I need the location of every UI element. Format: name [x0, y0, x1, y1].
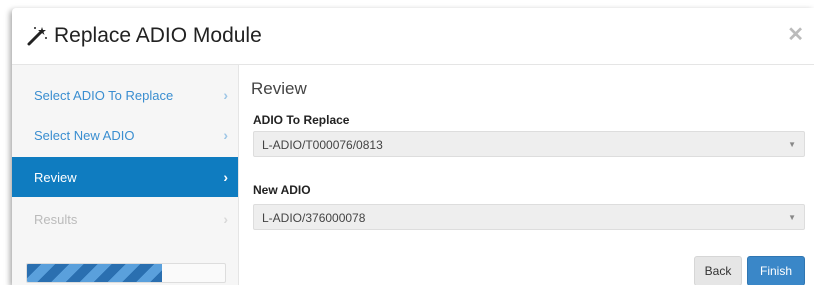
- modal-title-text: Replace ADIO Module: [54, 24, 262, 47]
- finish-button[interactable]: Finish: [747, 256, 805, 285]
- chevron-right-icon: ›: [223, 169, 228, 185]
- magic-wand-icon: [27, 27, 47, 46]
- step-select-adio-to-replace[interactable]: Select ADIO To Replace ›: [12, 75, 238, 115]
- chevron-right-icon: ›: [223, 211, 228, 227]
- wizard-steps-sidebar: Select ADIO To Replace › Select New ADIO…: [12, 65, 239, 285]
- progress-fill: [27, 264, 162, 282]
- select-value: L-ADIO/376000078: [262, 211, 366, 225]
- step-select-new-adio[interactable]: Select New ADIO ›: [12, 115, 238, 155]
- review-panel: Review ADIO To Replace L-ADIO/T000076/08…: [239, 65, 814, 285]
- chevron-right-icon: ›: [223, 127, 228, 143]
- step-label: Results: [34, 211, 78, 227]
- chevron-right-icon: ›: [223, 87, 228, 103]
- select-value: L-ADIO/T000076/0813: [262, 138, 383, 152]
- step-label: Select ADIO To Replace: [34, 87, 174, 103]
- step-label: Review: [34, 169, 77, 185]
- new-adio-select[interactable]: L-ADIO/376000078 ▼: [253, 204, 805, 230]
- step-review[interactable]: Review ›: [12, 157, 238, 197]
- caret-down-icon: ▼: [788, 213, 796, 222]
- new-adio-label: New ADIO: [253, 183, 311, 197]
- back-button[interactable]: Back: [694, 256, 742, 285]
- caret-down-icon: ▼: [788, 140, 796, 149]
- adio-to-replace-select[interactable]: L-ADIO/T000076/0813 ▼: [253, 131, 805, 157]
- wizard-progress-bar: [26, 263, 226, 283]
- step-results: Results ›: [12, 199, 238, 239]
- step-label: Select New ADIO: [34, 127, 135, 143]
- section-title: Review: [251, 79, 307, 98]
- adio-to-replace-label: ADIO To Replace: [253, 113, 350, 127]
- replace-adio-modal: Replace ADIO Module ✕ Select ADIO To Rep…: [12, 8, 814, 285]
- close-icon[interactable]: ✕: [787, 22, 804, 47]
- modal-header: Replace ADIO Module ✕: [12, 8, 814, 65]
- modal-title: Replace ADIO Module: [26, 24, 262, 48]
